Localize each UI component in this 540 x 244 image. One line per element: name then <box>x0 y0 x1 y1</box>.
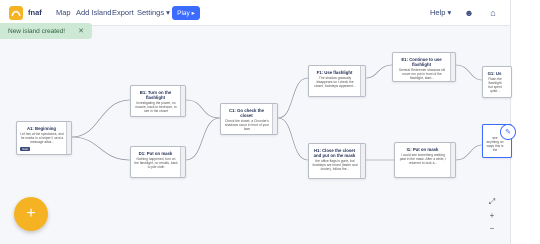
fit-view-icon[interactable]: ⤢ <box>486 196 498 208</box>
island-rail <box>272 104 277 134</box>
home-icon[interactable]: ⌂ <box>486 6 500 20</box>
island-rail <box>450 53 455 81</box>
project-name[interactable]: fnaf <box>28 8 42 17</box>
island-text: Investigating the power, no muscle, back… <box>135 101 177 114</box>
island-text: Several Redeemer shadows kill move run p… <box>398 68 446 81</box>
island-f1[interactable]: F1: Use flashlight The shadow gradually … <box>308 65 366 97</box>
play-button[interactable]: Play ▸ <box>172 6 200 20</box>
user-circle-icon[interactable]: ☻ <box>462 6 476 20</box>
island-d1[interactable]: D1: Put on mask Nothing happened, turn o… <box>130 146 186 178</box>
island-b1[interactable]: B1: Turn on the flashlight Investigating… <box>130 85 186 117</box>
right-panel <box>510 0 540 244</box>
close-icon[interactable]: ✕ <box>78 27 84 35</box>
island-rail <box>180 147 185 177</box>
notification-toast: New island created! ✕ <box>0 23 92 39</box>
start-badge: Start <box>20 147 31 151</box>
zoom-in-icon[interactable]: + <box>486 209 498 221</box>
island-text: Flash the flashlight but spent quite... <box>488 77 502 94</box>
island-text: Let him at the spectators, and he marks … <box>20 132 64 145</box>
edit-pencil-icon[interactable]: ✎ <box>500 124 516 140</box>
island-rail <box>450 143 455 177</box>
toast-message: New island created! <box>8 27 66 35</box>
island-rail <box>360 66 365 96</box>
island-text: The shadow gradually disappears so I che… <box>314 76 356 89</box>
island-i1[interactable]: I1: Put on mask I could see something wa… <box>394 142 456 178</box>
island-rail <box>360 144 365 178</box>
help-menu[interactable]: Help ▾ <box>430 8 451 17</box>
island-a1[interactable]: A1: Beginning Let him at the spectators,… <box>16 121 72 155</box>
menu-export[interactable]: Export <box>112 8 134 17</box>
island-text: I could see something walking past in th… <box>399 153 447 166</box>
menu-map[interactable]: Map <box>56 8 71 17</box>
island-text: the office flags is gone, but footsteps … <box>312 159 358 172</box>
menu-add-island[interactable]: Add Island <box>76 8 111 17</box>
menu-settings[interactable]: Settings ▾ <box>137 8 170 17</box>
zoom-out-icon[interactable]: − <box>486 222 498 234</box>
island-h1[interactable]: H1: Close the closet and put on the mask… <box>308 143 366 179</box>
island-text: Check the closet, a Chunder's shadows oc… <box>225 119 269 132</box>
island-title: B1: Turn on the flashlight <box>139 90 172 100</box>
island-rail <box>180 86 185 116</box>
island-g1[interactable]: G1: Us Flash the flashlight but spent qu… <box>482 66 512 98</box>
island-title: C1: Go check the closet <box>228 108 265 118</box>
island-c1[interactable]: C1: Go check the closet Check the closet… <box>220 103 278 135</box>
island-title: H1: Close the closet and put on the mask <box>313 148 356 158</box>
add-island-button[interactable]: + <box>14 197 48 231</box>
island-e1[interactable]: E1: Continue to use flashlight Several R… <box>392 52 456 82</box>
island-rail <box>66 122 71 154</box>
logo-icon <box>9 6 23 20</box>
island-text: Nothing happened, turn on the flashlight… <box>134 157 178 170</box>
island-title: E1: Continue to use flashlight <box>401 57 442 67</box>
